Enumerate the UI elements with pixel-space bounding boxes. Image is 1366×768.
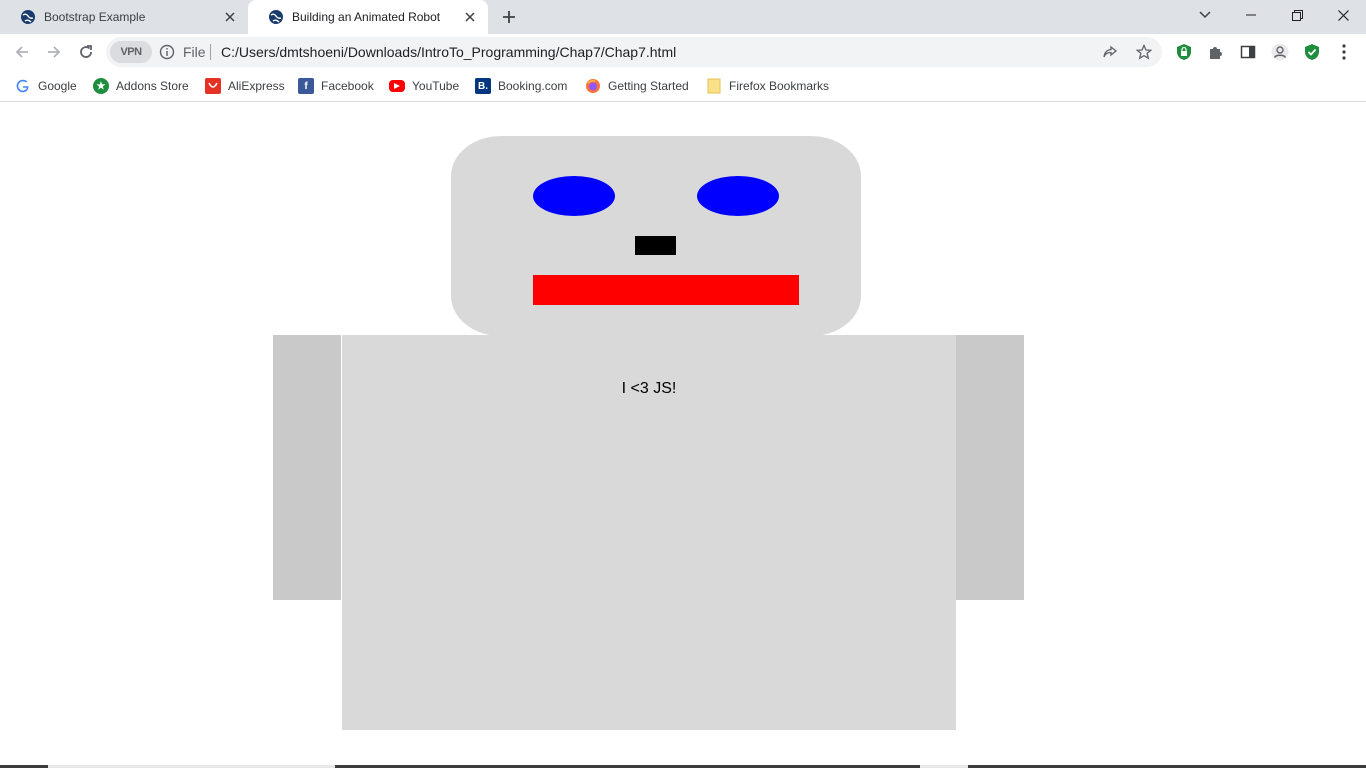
bookmark-firefox-bookmarks[interactable]: Firefox Bookmarks xyxy=(706,76,829,96)
globe-icon xyxy=(268,9,284,25)
more-menu-icon[interactable] xyxy=(1334,42,1354,62)
robot-right-eye xyxy=(697,176,779,216)
bookmark-label: Booking.com xyxy=(498,79,568,93)
shield-check-icon[interactable] xyxy=(1302,42,1322,62)
firefox-icon xyxy=(585,78,601,94)
robot-left-eye xyxy=(533,176,615,216)
bookmark-label: Facebook xyxy=(321,79,374,93)
facebook-icon: f xyxy=(298,78,314,94)
forward-arrow-icon[interactable] xyxy=(42,40,66,64)
tab-title: Bootstrap Example xyxy=(44,10,146,24)
bookmark-label: YouTube xyxy=(412,79,460,93)
robot-right-arm xyxy=(956,335,1024,600)
bookmark-label: Addons Store xyxy=(116,79,189,93)
robot-body: I <3 JS! xyxy=(342,335,956,730)
bookmark-youtube[interactable]: YouTube xyxy=(389,76,459,96)
share-icon[interactable] xyxy=(1102,44,1118,60)
bookmark-addons-store[interactable]: ★ Addons Store xyxy=(93,76,189,96)
bookmark-label: Getting Started xyxy=(608,79,689,93)
tab-strip: Bootstrap Example Building an Animated R… xyxy=(0,0,1366,34)
robot-body-text: I <3 JS! xyxy=(621,380,677,397)
bookmark-booking[interactable]: B. Booking.com xyxy=(475,76,567,96)
bookmark-label: Firefox Bookmarks xyxy=(729,79,830,93)
robot-head xyxy=(451,136,861,336)
bookmark-aliexpress[interactable]: AliExpress xyxy=(205,76,285,96)
aliexpress-icon xyxy=(205,78,221,94)
bookmark-facebook[interactable]: f Facebook xyxy=(298,76,374,96)
scheme-label: File xyxy=(183,44,206,60)
vpn-badge[interactable]: VPN xyxy=(110,41,152,63)
tab-building-an-animated-robot[interactable]: Building an Animated Robot xyxy=(248,0,488,34)
browser-toolbar: VPN File C:/Users/dmtshoeni/Downloads/In… xyxy=(0,34,1366,70)
youtube-icon xyxy=(389,80,405,92)
tab-search-chevron-down-icon[interactable] xyxy=(1182,0,1228,30)
back-arrow-icon[interactable] xyxy=(10,40,34,64)
globe-icon xyxy=(20,9,36,25)
tab-title: Building an Animated Robot xyxy=(292,10,441,24)
side-panel-icon[interactable] xyxy=(1238,42,1258,62)
tab-bootstrap-example[interactable]: Bootstrap Example xyxy=(0,0,248,34)
minimize-button[interactable] xyxy=(1228,0,1274,30)
restore-button[interactable] xyxy=(1274,0,1320,30)
close-icon[interactable] xyxy=(462,9,478,25)
folder-icon xyxy=(706,78,722,94)
reload-icon[interactable] xyxy=(74,40,98,64)
bookmark-getting-started[interactable]: Getting Started xyxy=(585,76,689,96)
addons-store-icon: ★ xyxy=(93,78,109,94)
close-icon[interactable] xyxy=(222,9,238,25)
booking-icon: B. xyxy=(475,78,491,94)
google-icon xyxy=(15,78,31,94)
shield-lock-extension-icon[interactable] xyxy=(1174,42,1194,62)
url-text[interactable]: C:/Users/dmtshoeni/Downloads/IntroTo_Pro… xyxy=(221,44,676,60)
puzzle-extensions-icon[interactable] xyxy=(1206,42,1226,62)
info-icon[interactable] xyxy=(159,44,175,60)
robot-nose xyxy=(635,236,676,255)
bookmark-star-icon[interactable] xyxy=(1136,44,1152,60)
robot-mouth xyxy=(533,275,799,305)
close-window-button[interactable] xyxy=(1320,0,1366,30)
new-tab-button[interactable] xyxy=(498,6,520,28)
profile-avatar-icon[interactable] xyxy=(1270,42,1290,62)
bookmark-label: Google xyxy=(38,79,77,93)
bookmark-google[interactable]: Google xyxy=(15,76,77,96)
page-content: I <3 JS! xyxy=(0,103,1366,768)
bookmarks-bar: Google ★ Addons Store AliExpress f Faceb… xyxy=(0,70,1366,102)
robot-left-arm xyxy=(273,335,341,600)
address-separator xyxy=(210,44,211,60)
bookmark-label: AliExpress xyxy=(228,79,285,93)
address-bar[interactable]: VPN File C:/Users/dmtshoeni/Downloads/In… xyxy=(106,37,1162,67)
